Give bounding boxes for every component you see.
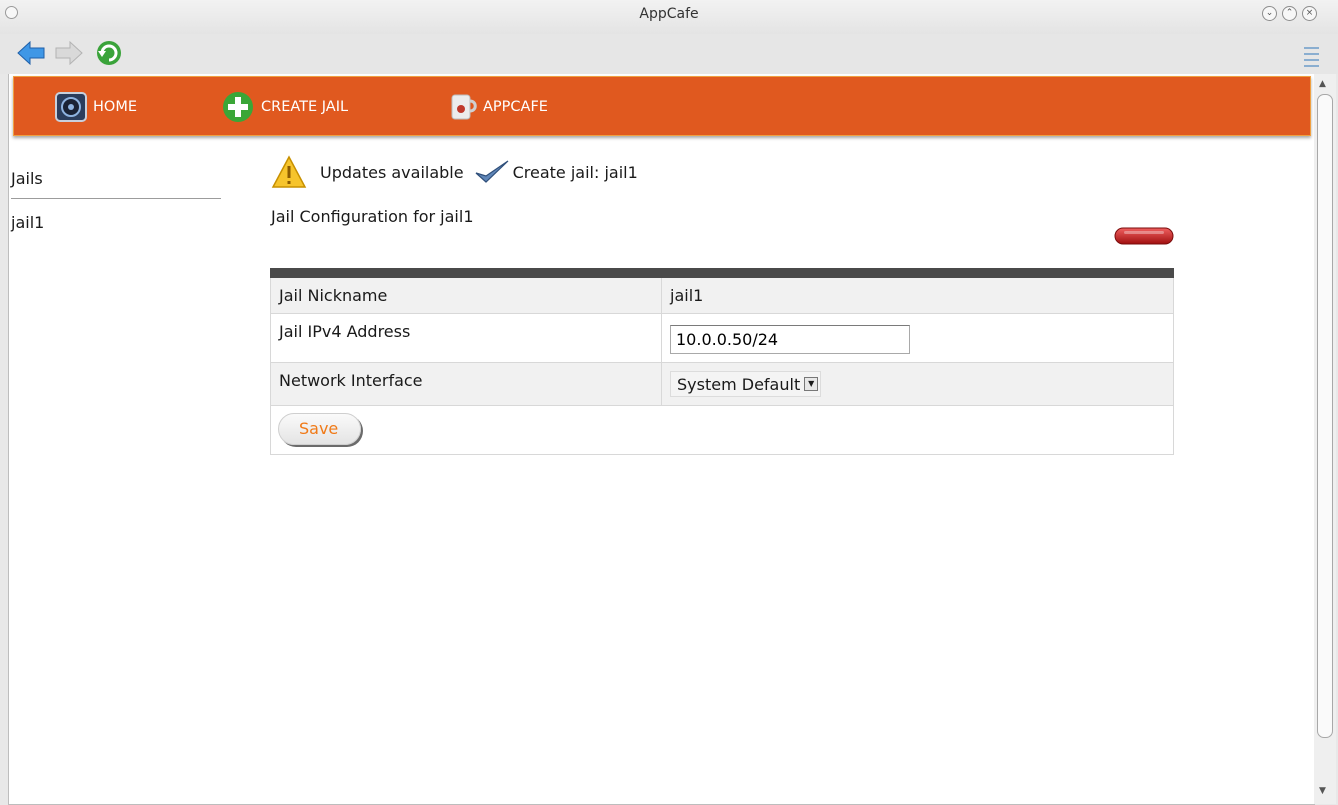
table-row: Jail IPv4 Address	[270, 313, 1174, 363]
updates-available-text[interactable]: Updates available	[320, 163, 464, 182]
plus-icon	[223, 92, 253, 122]
scroll-up-arrow-icon[interactable]: ▲	[1319, 79, 1326, 89]
ipv4-address-input[interactable]	[670, 325, 910, 354]
nav-bar: HOME CREATE JAIL APPCAFE	[13, 76, 1311, 136]
web-content: HOME CREATE JAIL APPCAFE Jails jail1 Upd…	[8, 74, 1315, 805]
network-interface-value: System Default	[677, 374, 801, 394]
menu-icon[interactable]	[1300, 44, 1322, 68]
status-row: Updates available Create jail: jail1	[271, 150, 638, 194]
scrollbar-thumb[interactable]	[1317, 94, 1333, 738]
config-title: Jail Configuration for jail1	[271, 207, 474, 226]
sidebar-item-jail1[interactable]: jail1	[11, 213, 44, 232]
save-button[interactable]: Save	[278, 413, 362, 445]
ipv4-label: Jail IPv4 Address	[270, 313, 662, 363]
vertical-scrollbar[interactable]: ▲ ▼	[1314, 74, 1336, 804]
refresh-icon[interactable]	[94, 39, 124, 67]
table-row: Save	[270, 405, 1174, 455]
network-interface-select[interactable]: System Default ▼	[670, 371, 822, 397]
window-titlebar: AppCafe ⌄ ⌃ ×	[0, 0, 1338, 34]
nickname-label: Jail Nickname	[270, 272, 662, 314]
dropdown-arrow-icon: ▼	[804, 377, 819, 391]
maximize-button[interactable]: ⌃	[1282, 6, 1297, 21]
nav-home-label: HOME	[93, 99, 137, 115]
network-interface-label: Network Interface	[270, 362, 662, 406]
nav-home[interactable]: HOME	[54, 91, 137, 123]
sidebar-jails-heading: Jails	[11, 169, 43, 188]
scroll-down-arrow-icon[interactable]: ▼	[1319, 786, 1326, 796]
table-row: Network Interface System Default ▼	[270, 362, 1174, 406]
appcafe-icon	[451, 94, 477, 120]
remove-jail-button[interactable]	[1114, 227, 1174, 245]
nav-create-jail[interactable]: CREATE JAIL	[218, 91, 348, 123]
nav-create-jail-label: CREATE JAIL	[261, 99, 349, 115]
nickname-value: jail1	[661, 272, 1174, 314]
forward-icon[interactable]	[54, 39, 84, 67]
window-title: AppCafe	[639, 6, 699, 22]
back-icon[interactable]	[16, 39, 46, 67]
jail-config-table: Jail Nickname jail1 Jail IPv4 Address Ne…	[270, 268, 1174, 455]
create-jail-status-text: Create jail: jail1	[512, 162, 638, 182]
warning-icon	[271, 155, 307, 188]
browser-toolbar	[0, 34, 1338, 74]
table-row: Jail Nickname jail1	[270, 272, 1174, 314]
nav-appcafe-label: APPCAFE	[483, 99, 548, 115]
nav-appcafe[interactable]: APPCAFE	[446, 91, 548, 123]
sidebar-divider	[11, 198, 221, 199]
home-icon	[55, 92, 87, 122]
minimize-button[interactable]: ⌄	[1262, 6, 1277, 21]
close-button[interactable]: ×	[1302, 6, 1317, 21]
checkmark-icon	[475, 160, 509, 183]
